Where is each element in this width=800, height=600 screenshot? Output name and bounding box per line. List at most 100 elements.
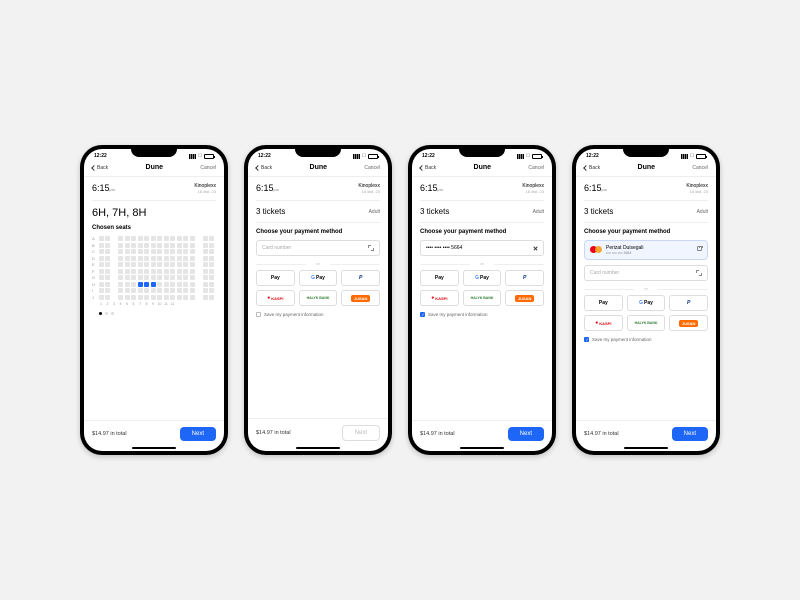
seat[interactable] <box>105 295 110 300</box>
seat[interactable] <box>196 243 201 248</box>
seat[interactable] <box>157 256 162 261</box>
cancel-button[interactable]: Cancel <box>528 165 544 171</box>
seat[interactable] <box>131 275 136 280</box>
google-pay-button[interactable]: G Pay <box>627 295 666 311</box>
seat[interactable] <box>177 275 182 280</box>
seat[interactable] <box>138 269 143 274</box>
seat[interactable] <box>190 249 195 254</box>
seat[interactable] <box>131 256 136 261</box>
card-number-input[interactable]: Card number <box>256 240 380 256</box>
seat[interactable] <box>183 275 188 280</box>
seat[interactable] <box>157 243 162 248</box>
seat[interactable] <box>131 269 136 274</box>
seat[interactable] <box>125 249 130 254</box>
seat[interactable] <box>99 295 104 300</box>
seat[interactable] <box>190 236 195 241</box>
seat[interactable] <box>190 243 195 248</box>
cancel-button[interactable]: Cancel <box>200 165 216 171</box>
seat[interactable] <box>151 269 156 274</box>
seat[interactable] <box>118 269 123 274</box>
halyk-button[interactable]: HALYK BANK <box>299 290 338 306</box>
seat[interactable] <box>131 295 136 300</box>
clear-icon[interactable] <box>533 246 538 251</box>
seat[interactable] <box>112 236 117 241</box>
apple-pay-button[interactable]: Pay <box>256 270 295 286</box>
seat[interactable] <box>164 282 169 287</box>
seat[interactable] <box>105 243 110 248</box>
seat[interactable] <box>170 295 175 300</box>
seat[interactable] <box>144 282 149 287</box>
seat[interactable] <box>203 249 208 254</box>
seat[interactable] <box>203 256 208 261</box>
seat[interactable] <box>157 288 162 293</box>
seat[interactable] <box>151 288 156 293</box>
scan-card-icon[interactable] <box>696 270 702 276</box>
seat[interactable] <box>170 262 175 267</box>
seat[interactable] <box>177 262 182 267</box>
paypal-button[interactable]: P <box>505 270 544 286</box>
seat[interactable] <box>183 269 188 274</box>
back-button[interactable]: Back <box>92 165 108 171</box>
seat[interactable] <box>112 256 117 261</box>
seat[interactable] <box>118 249 123 254</box>
google-pay-button[interactable]: G Pay <box>299 270 338 286</box>
seat[interactable] <box>209 269 214 274</box>
seat[interactable] <box>157 295 162 300</box>
seat[interactable] <box>125 282 130 287</box>
seat[interactable] <box>105 275 110 280</box>
seat[interactable] <box>196 282 201 287</box>
seat[interactable] <box>131 236 136 241</box>
seat[interactable] <box>99 262 104 267</box>
seat[interactable] <box>105 262 110 267</box>
seat[interactable] <box>105 256 110 261</box>
seat[interactable] <box>190 262 195 267</box>
seat[interactable] <box>138 256 143 261</box>
seat[interactable] <box>203 262 208 267</box>
seat[interactable] <box>131 262 136 267</box>
next-button[interactable]: Next <box>508 427 544 441</box>
seat[interactable] <box>105 236 110 241</box>
paypal-button[interactable]: P <box>669 295 708 311</box>
seat[interactable] <box>203 275 208 280</box>
seat[interactable] <box>144 256 149 261</box>
seat[interactable] <box>209 256 214 261</box>
seat[interactable] <box>190 275 195 280</box>
seat[interactable] <box>209 275 214 280</box>
seat[interactable] <box>196 288 201 293</box>
seat[interactable] <box>118 275 123 280</box>
cancel-button[interactable]: Cancel <box>364 165 380 171</box>
seat[interactable] <box>157 282 162 287</box>
seat[interactable] <box>99 275 104 280</box>
seat[interactable] <box>125 288 130 293</box>
seat[interactable] <box>164 256 169 261</box>
seat[interactable] <box>131 288 136 293</box>
seat[interactable] <box>209 282 214 287</box>
card-number-input[interactable]: •••• •••• •••• 5664 <box>420 240 544 256</box>
seat[interactable] <box>183 288 188 293</box>
seat[interactable] <box>164 269 169 274</box>
seat[interactable] <box>164 249 169 254</box>
seat[interactable] <box>157 236 162 241</box>
save-payment-checkbox[interactable]: Save my payment information <box>256 312 380 317</box>
seat[interactable] <box>177 295 182 300</box>
seat[interactable] <box>151 243 156 248</box>
jusan-button[interactable]: JUSAN <box>341 290 380 306</box>
seat[interactable] <box>203 269 208 274</box>
seat[interactable] <box>177 256 182 261</box>
seat[interactable] <box>164 288 169 293</box>
seat[interactable] <box>138 236 143 241</box>
seat[interactable] <box>177 243 182 248</box>
seat[interactable] <box>131 249 136 254</box>
seat[interactable] <box>183 249 188 254</box>
seat[interactable] <box>144 269 149 274</box>
seat[interactable] <box>151 236 156 241</box>
seat[interactable] <box>157 262 162 267</box>
kaspi-button[interactable]: ●KASPI <box>256 290 295 306</box>
saved-card[interactable]: Perizat Duisegali •••• •••• •••• 5664 <box>584 240 708 260</box>
seat[interactable] <box>164 236 169 241</box>
delete-card-icon[interactable] <box>697 246 702 251</box>
paypal-button[interactable]: P <box>341 270 380 286</box>
halyk-button[interactable]: HALYK BANK <box>627 315 666 331</box>
seat[interactable] <box>151 256 156 261</box>
kaspi-button[interactable]: ●KASPI <box>584 315 623 331</box>
